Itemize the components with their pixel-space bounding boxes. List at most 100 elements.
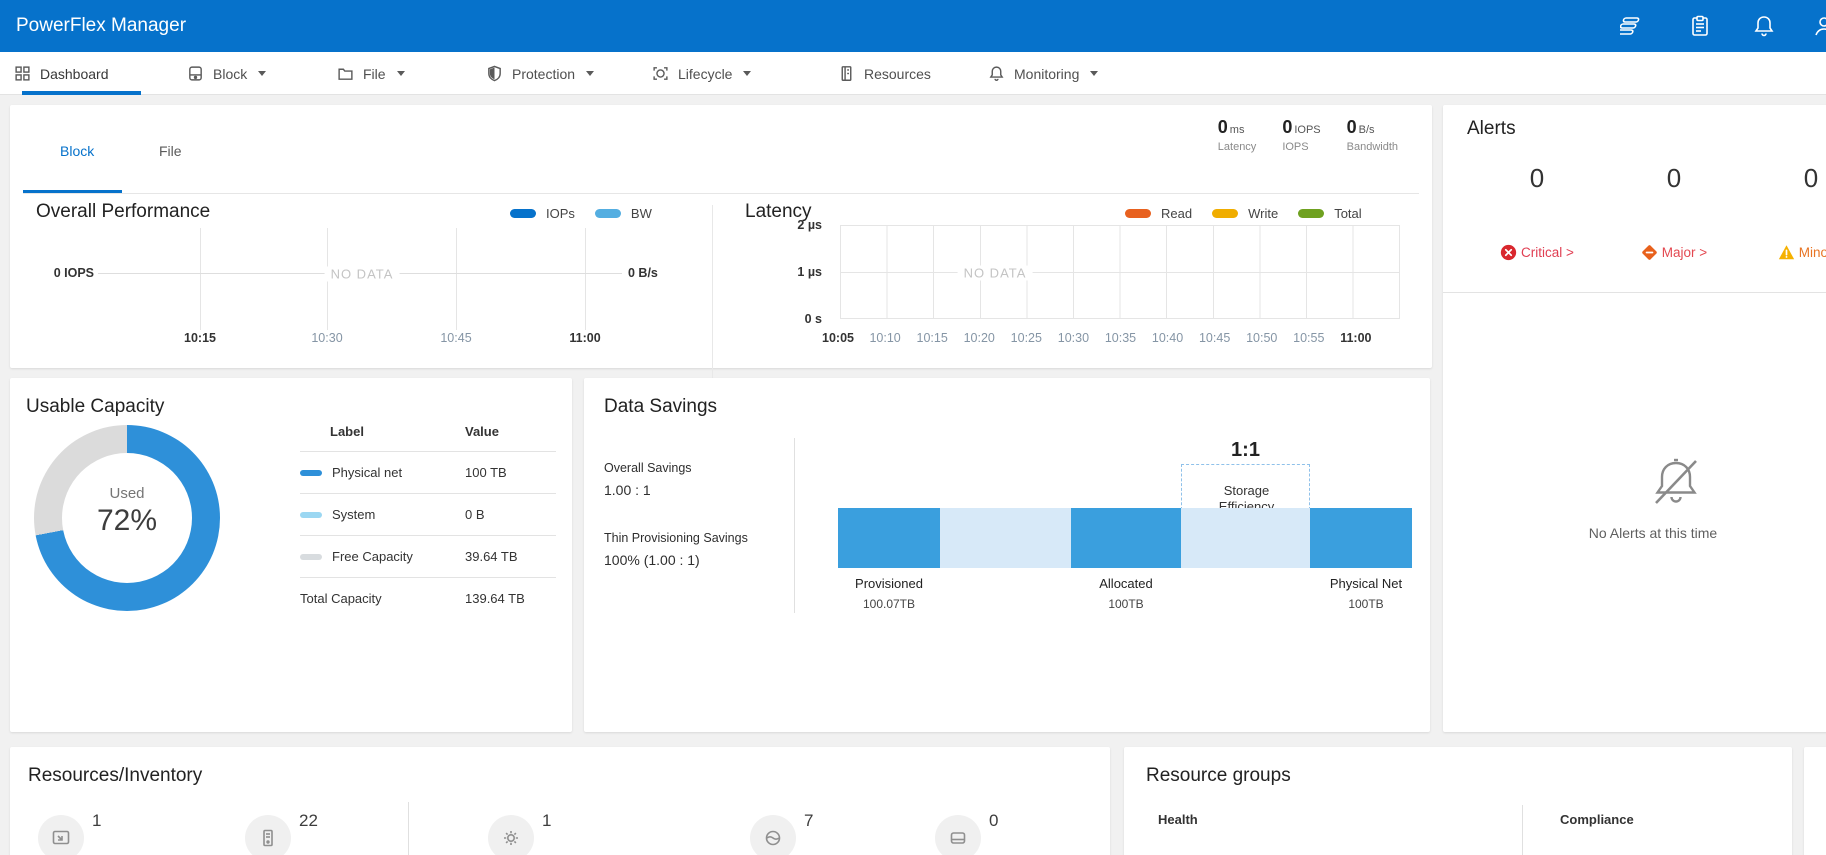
inventory-item-systems[interactable]: 1: [38, 815, 101, 855]
x-tick: 10:30: [297, 331, 357, 345]
dashboard-grid-icon: [14, 65, 31, 82]
savings-bar: [838, 508, 1412, 568]
x-tick: 10:45: [1193, 331, 1237, 345]
nav-lifecycle[interactable]: Lifecycle: [652, 52, 751, 95]
folder-icon: [337, 65, 354, 82]
usable-capacity-title: Usable Capacity: [26, 396, 164, 418]
overall-savings-label: Overall Savings: [604, 461, 692, 475]
x-tick: 10:10: [863, 331, 907, 345]
major-alerts-link[interactable]: Major >: [1594, 244, 1754, 261]
gridline: [456, 228, 457, 330]
resource-groups-card: Resource groups Health Compliance: [1124, 747, 1792, 855]
notifications-bell-icon[interactable]: [1752, 14, 1776, 38]
bell-slash-icon: [1650, 455, 1702, 511]
gridline: [840, 272, 1400, 273]
donut-used-value: 72%: [34, 504, 220, 538]
gap-segment: [1181, 508, 1310, 568]
chevron-down-icon: [1090, 71, 1098, 76]
inventory-count: 1: [92, 811, 101, 831]
x-tick: 10:25: [1004, 331, 1048, 345]
row-label: Physical net: [332, 465, 465, 480]
major-icon: [1641, 244, 1658, 261]
x-tick: 10:20: [957, 331, 1001, 345]
physical-net-segment: [1310, 508, 1412, 568]
nav-dashboard[interactable]: Dashboard: [14, 52, 109, 95]
major-count: 0: [1604, 163, 1744, 194]
nav-resources[interactable]: Resources: [838, 52, 931, 95]
storage-efficiency-ratio: 1:1: [1181, 439, 1310, 462]
left-axis-value: 0 IOPS: [40, 266, 94, 280]
bar-label: Allocated: [1056, 576, 1196, 591]
legend-label: Total: [1334, 206, 1361, 221]
clipped-card-edge: [1804, 747, 1826, 855]
divider: [1443, 292, 1826, 293]
capacity-table-header: Label Value: [300, 418, 556, 451]
app-title: PowerFlex Manager: [16, 0, 186, 52]
alerts-card: Alerts 0 0 0 Critical > Major > Minor >: [1443, 105, 1826, 732]
tab-block[interactable]: Block: [60, 143, 94, 159]
nav-label: Dashboard: [40, 66, 109, 82]
iops-legend-swatch: [510, 209, 536, 218]
nav-label: Block: [213, 66, 247, 82]
table-row: Free Capacity 39.64 TB: [300, 535, 556, 577]
critical-count: 0: [1467, 163, 1607, 194]
nav-file[interactable]: File: [337, 52, 405, 95]
inventory-count: 0: [989, 811, 998, 831]
latency-legend: Read Write Total: [1125, 206, 1372, 221]
main-nav: Dashboard Block File Protection: [0, 52, 1826, 95]
capacity-table: Label Value Physical net 100 TB System 0…: [300, 418, 556, 619]
volume-icon: [935, 815, 981, 855]
inventory-count: 1: [542, 811, 551, 831]
inventory-item-volumes[interactable]: 0: [935, 815, 998, 855]
resources-inventory-card: Resources/Inventory 1 22 1 7: [10, 747, 1110, 855]
minor-alerts-link[interactable]: Minor >: [1731, 244, 1826, 261]
x-tick: 10:15: [910, 331, 954, 345]
clipboard-icon[interactable]: [1688, 14, 1712, 38]
jobs-layers-icon[interactable]: [1620, 14, 1644, 38]
gap-segment: [940, 508, 1071, 568]
user-icon[interactable]: [1812, 14, 1826, 38]
x-tick: 10:45: [426, 331, 486, 345]
stat-bandwidth: 0B/s Bandwidth: [1347, 117, 1398, 153]
nav-monitoring[interactable]: Monitoring: [988, 52, 1098, 95]
y-tick: 2 µs: [756, 218, 822, 232]
nav-label: Resources: [864, 66, 931, 82]
inventory-count: 7: [804, 811, 813, 831]
chevron-down-icon: [397, 71, 405, 76]
total-legend-swatch: [1298, 209, 1324, 218]
nav-block[interactable]: Block: [187, 52, 266, 95]
x-tick: 10:40: [1146, 331, 1190, 345]
inventory-item-storage-pools[interactable]: 7: [750, 815, 813, 855]
perf-summary-stats: 0ms Latency 0IOPS IOPS 0B/s Bandwidth: [1218, 117, 1398, 153]
right-axis-value: 0 B/s: [628, 266, 658, 280]
donut-used-label: Used: [34, 485, 220, 502]
allocated-segment: [1071, 508, 1181, 568]
nav-label: Monitoring: [1014, 66, 1079, 82]
divider: [1522, 805, 1523, 855]
row-label: Total Capacity: [300, 591, 465, 606]
tab-file[interactable]: File: [159, 143, 182, 159]
block-storage-icon: [187, 65, 204, 82]
critical-link-label: Critical >: [1521, 245, 1574, 260]
no-data-label: NO DATA: [325, 267, 400, 282]
nav-protection[interactable]: Protection: [486, 52, 594, 95]
table-row: Physical net 100 TB: [300, 451, 556, 493]
inventory-item-protection-domains[interactable]: 1: [488, 815, 551, 855]
resource-groups-title: Resource groups: [1146, 765, 1291, 787]
minor-link-label: Minor >: [1799, 245, 1826, 260]
gridline: [585, 228, 586, 330]
y-tick: 0 s: [756, 312, 822, 326]
inventory-count: 22: [299, 811, 318, 831]
inventory-item-hosts[interactable]: 22: [245, 815, 318, 855]
row-value: 0 B: [465, 507, 485, 522]
active-nav-underline: [22, 91, 141, 95]
top-bar: PowerFlex Manager: [0, 0, 1826, 52]
chevron-down-icon: [743, 71, 751, 76]
critical-alerts-link[interactable]: Critical >: [1457, 244, 1617, 261]
divider: [794, 438, 795, 613]
donut-center-label: Used 72%: [34, 485, 220, 538]
nav-label: Protection: [512, 66, 575, 82]
y-tick: 1 µs: [756, 265, 822, 279]
alerts-title: Alerts: [1467, 118, 1516, 140]
pool-icon: [750, 815, 796, 855]
